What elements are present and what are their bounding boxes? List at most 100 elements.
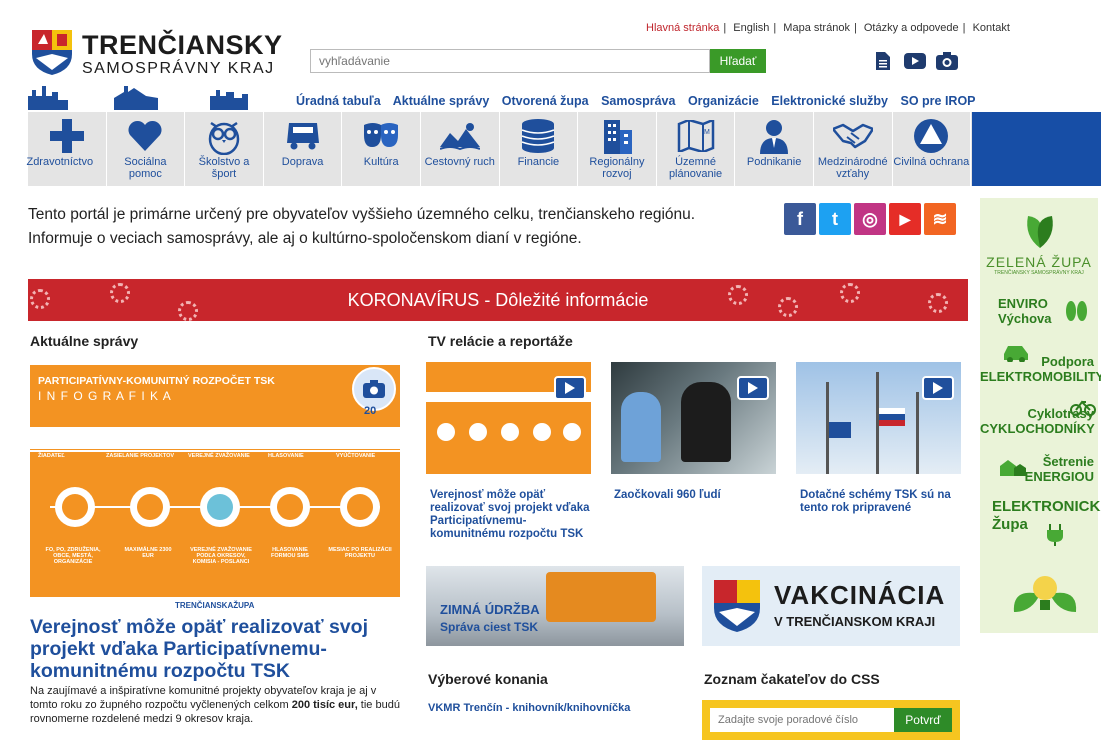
twitter-icon[interactable]: t [819, 203, 851, 235]
waitlist-number-input[interactable] [710, 708, 894, 732]
news-infographic-image[interactable]: PARTICIPATÍVNY-KOMUNITNÝ ROZPOČET TSK I … [30, 365, 400, 597]
top-link-contact[interactable]: Kontakt [973, 22, 1010, 34]
winter-banner-subtitle: Správa ciest TSK [440, 620, 539, 634]
search-button[interactable]: Hľadať [710, 49, 766, 73]
landscape-icon [439, 116, 480, 156]
green-item-line: Šetrenie [1042, 454, 1094, 469]
category-tourism[interactable]: Cestovný ruch [421, 112, 500, 186]
triangle-icon [913, 116, 949, 156]
green-item-line: ELEKTROMOBILITY [980, 369, 1101, 384]
tv-thumbnail[interactable] [796, 362, 961, 474]
infographic-text: FO, PO, ZDRUŽENIA, OBCE, MESTÁ, ORGANIZÁ… [45, 547, 101, 565]
tender-link[interactable]: VKMR Trenčín - knihovník/knihovníčka [428, 702, 630, 714]
buildings-icon [600, 116, 634, 156]
confirm-button[interactable]: Potvrď [894, 708, 952, 732]
thumb-decoration [437, 423, 581, 441]
snowplow-truck [546, 572, 656, 622]
handshake-icon [832, 116, 873, 156]
top-link-english[interactable]: English [733, 22, 769, 34]
play-icon[interactable] [737, 376, 769, 400]
nav-open-region[interactable]: Otvorená župa [502, 94, 589, 108]
document-icon[interactable] [876, 52, 890, 75]
category-business[interactable]: Podnikanie [735, 112, 814, 186]
camera-icon[interactable] [936, 52, 958, 75]
top-link-sitemap[interactable]: Mapa stránok [783, 22, 850, 34]
nav-self-government[interactable]: Samospráva [601, 94, 675, 108]
nav-current-news[interactable]: Aktuálne správy [393, 94, 490, 108]
youtube-icon[interactable] [904, 53, 926, 74]
heart-icon [127, 116, 163, 156]
category-planning[interactable]: M Územné plánovanie [657, 112, 736, 186]
vaccination-title: VAKCINÁCIA [774, 580, 946, 610]
winter-maintenance-banner[interactable]: ZIMNÁ ÚDRŽBA Správa ciest TSK [426, 566, 684, 646]
photo-count: 20 [364, 405, 377, 417]
news-article-title[interactable]: Verejnosť môže opäť realizovať svoj proj… [30, 616, 410, 682]
category-label: Sociálna pomoc [124, 156, 167, 180]
youtube-icon[interactable]: ▶ [889, 203, 921, 235]
corona-banner[interactable]: KORONAVÍRUS - Dôležité informácie [28, 279, 968, 321]
main-nav: Úradná tabuľa Aktuálne správy Otvorená ž… [296, 94, 985, 108]
category-bar: Zdravotníctvo Sociálna pomoc Školstvo a … [26, 112, 972, 186]
category-finance[interactable]: Financie [500, 112, 579, 186]
corona-banner-text: KORONAVÍRUS - Dôležité informácie [347, 290, 649, 310]
nav-so-irop[interactable]: SO pre IROP [901, 94, 976, 108]
green-item-emobility[interactable]: Podpora ELEKTROMOBILITY [980, 354, 1101, 384]
css-waitlist-heading: Zoznam čakateľov do CSS [704, 671, 880, 687]
category-label: Civilná ochrana [893, 156, 970, 168]
category-health[interactable]: Zdravotníctvo [26, 112, 107, 186]
tv-thumbnail[interactable] [611, 362, 776, 474]
infographic-text: MESIAC PO REALIZÁCII PROJEKTU [328, 547, 392, 559]
category-label: Regionálny rozvoj [589, 156, 645, 180]
category-transport[interactable]: Doprava [264, 112, 343, 186]
nav-official-board[interactable]: Úradná tabuľa [296, 94, 381, 108]
plug-icon [1047, 524, 1063, 546]
infographic-step: HLASOVANIE [268, 453, 304, 459]
top-link-home[interactable]: Hlavná stránka [646, 22, 719, 34]
play-icon[interactable] [922, 376, 954, 400]
coat-of-arms-logo[interactable] [30, 28, 74, 81]
tv-caption[interactable]: Verejnosť môže opäť realizovať svoj proj… [430, 489, 595, 541]
tv-thumbnail[interactable] [426, 362, 591, 474]
green-item-electronic[interactable]: ELEKTRONICKÁ Župa [980, 498, 1101, 534]
green-title: ZELENÁ ŽUPA [986, 254, 1092, 270]
instagram-icon[interactable]: ◎ [854, 203, 886, 235]
masks-icon [362, 116, 400, 156]
infographic-step: ZASIELANIE PROJEKTOV [106, 453, 175, 459]
category-international[interactable]: Medzinárodné vzťahy [814, 112, 893, 186]
category-civil-protection[interactable]: Civilná ochrana [893, 112, 972, 186]
skyline-decoration [28, 86, 248, 110]
category-social[interactable]: Sociálna pomoc [107, 112, 186, 186]
nav-e-services[interactable]: Elektronické služby [771, 94, 888, 108]
category-culture[interactable]: Kultúra [342, 112, 421, 186]
green-item-line: ELEKTRONICKÁ [992, 498, 1101, 515]
svg-text:M: M [704, 129, 710, 136]
logo-title[interactable]: TRENČIANSKY [82, 30, 283, 61]
rss-icon[interactable]: ≋ [924, 203, 956, 235]
infographic-divider [30, 450, 400, 452]
category-label: Financie [517, 156, 560, 168]
vaccination-banner[interactable]: VAKCINÁCIA V TRENČIANSKOM KRAJI [702, 566, 960, 646]
play-icon[interactable] [554, 376, 586, 400]
category-label: Kultúra [363, 156, 399, 168]
green-item-energy[interactable]: Šetrenie ENERGIOU [980, 454, 1098, 484]
thumb-flag [879, 408, 905, 426]
green-region-sidebar[interactable]: ZELENÁ ŽUPA TRENČIANSKY SAMOSPRÁVNY KRAJ… [980, 198, 1101, 633]
green-subtitle: TRENČIANSKY SAMOSPRÁVNY KRAJ [994, 270, 1084, 276]
vaccination-subtitle: V TRENČIANSKOM KRAJI [774, 614, 936, 629]
infographic-step: VYÚČTOVANIE [336, 453, 376, 459]
top-links: Hlavná stránka | English | Mapa stránok | O… [646, 22, 1014, 34]
nav-organizations[interactable]: Organizácie [688, 94, 759, 108]
infographic-text: VEREJNÉ ZVAŽOVANIE PODĽA OKRESOV, KOMISI… [190, 547, 252, 565]
facebook-icon[interactable]: f [784, 203, 816, 235]
logo-subtitle[interactable]: SAMOSPRÁVNY KRAJ [82, 60, 275, 78]
category-regional-development[interactable]: Regionálny rozvoj [578, 112, 657, 186]
top-link-faq[interactable]: Otázky a odpovede [864, 22, 959, 34]
green-item-line: Podpora [1041, 354, 1094, 369]
top-sep: | [853, 22, 857, 34]
tv-caption[interactable]: Dotačné schémy TSK sú na tento rok pripr… [800, 489, 965, 515]
infographic-step: VEREJNÉ ZVAŽOVANIE [188, 453, 250, 459]
tv-caption[interactable]: Zaočkovali 960 ľudí [614, 489, 779, 502]
search-input[interactable] [310, 49, 710, 73]
health-cross-icon [49, 116, 84, 156]
category-education[interactable]: Školstvo a šport [185, 112, 264, 186]
